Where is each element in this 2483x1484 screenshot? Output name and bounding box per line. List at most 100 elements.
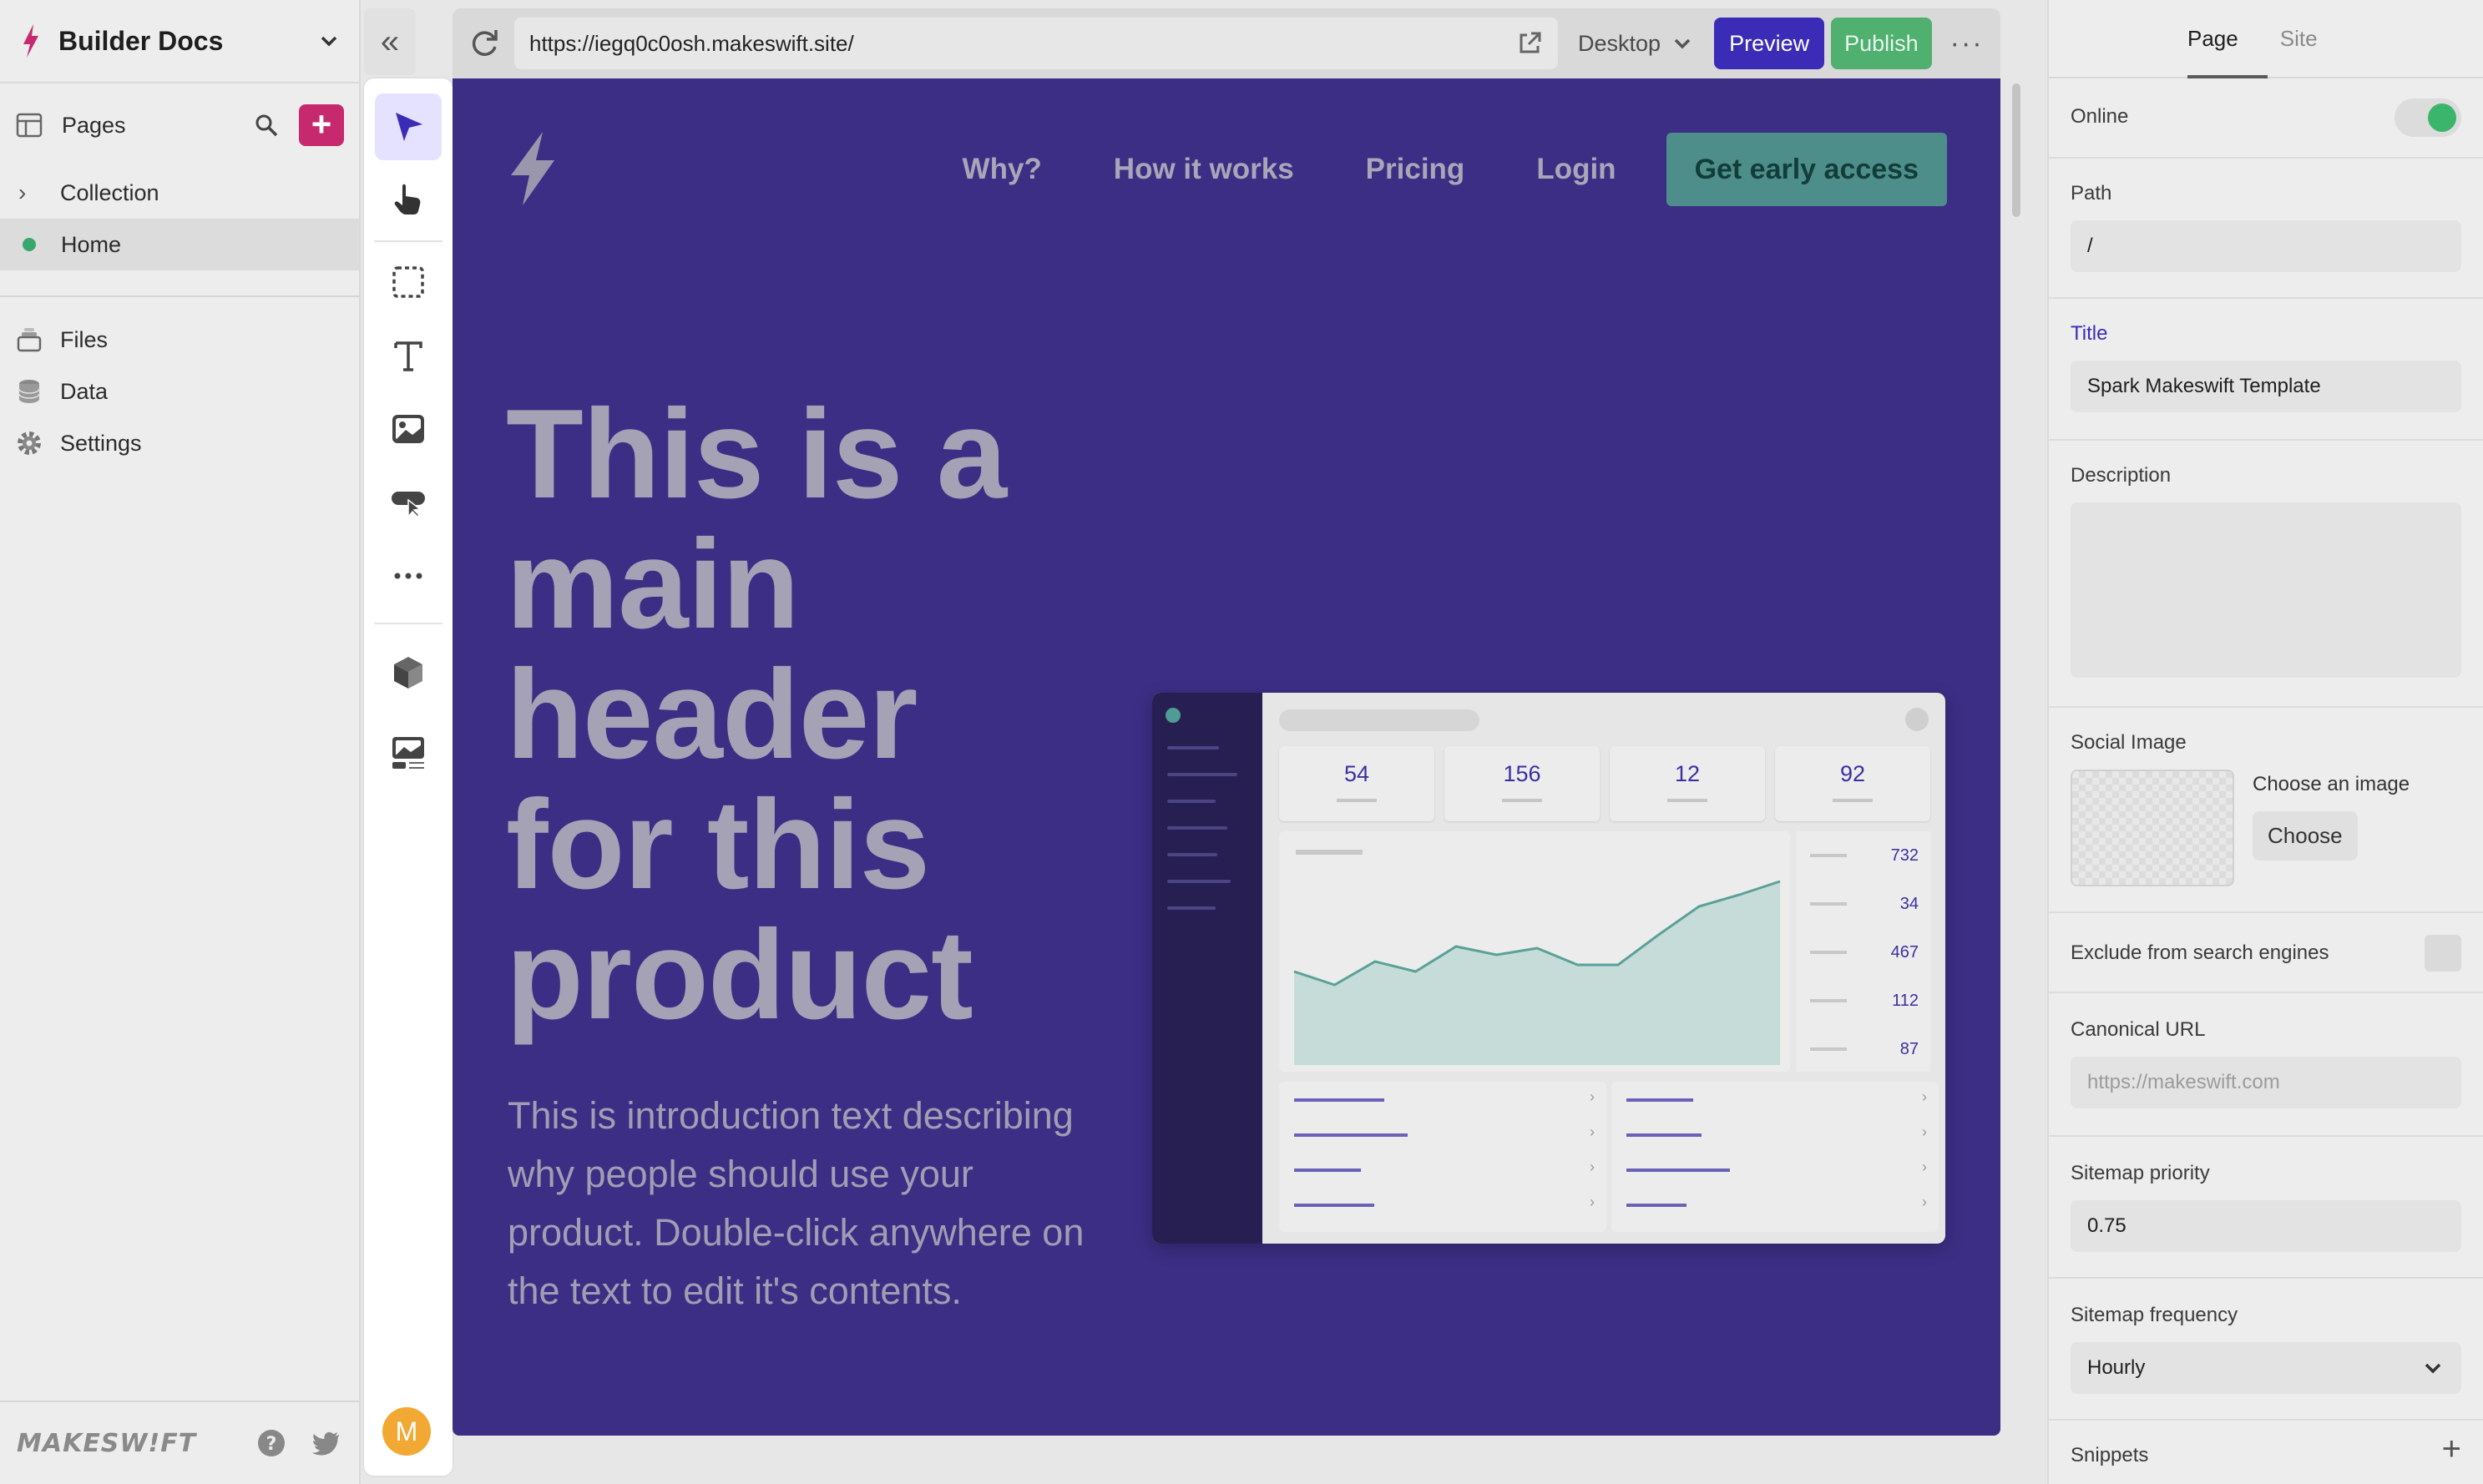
- image-tool[interactable]: [375, 396, 442, 462]
- social-image-thumbnail[interactable]: [2071, 770, 2234, 886]
- mockup-trend-line: [1293, 880, 1781, 1065]
- more-tools[interactable]: [375, 543, 442, 609]
- description-label: Description: [2071, 464, 2172, 487]
- gallery-tool[interactable]: [375, 719, 442, 786]
- sidebar-item-files[interactable]: Files: [0, 314, 359, 366]
- pages-label: Pages: [62, 112, 126, 138]
- hero-intro-text[interactable]: This is introduction text describing why…: [508, 1087, 1092, 1320]
- mockup-sidebar: [1152, 693, 1262, 1244]
- dashboard-mockup-image[interactable]: 54 156 12 92 732 34 467 112 87 › › › › ›…: [1152, 693, 1945, 1244]
- exclude-section: Exclude from search engines: [2049, 913, 2483, 993]
- scrollbar-thumb[interactable]: [2012, 83, 2020, 217]
- mockup-list-value: 112: [1892, 991, 1919, 1010]
- mockup-avatar: [1905, 708, 1929, 731]
- sidebar-item-settings[interactable]: Settings: [0, 417, 359, 469]
- device-select[interactable]: Desktop: [1578, 31, 1694, 57]
- preview-button[interactable]: Preview: [1714, 18, 1825, 69]
- text-tool[interactable]: [375, 322, 442, 389]
- description-section: Description: [2049, 441, 2483, 708]
- url-text: https://iegq0c0osh.makeswift.site/: [529, 30, 854, 56]
- nav-link-why[interactable]: Why?: [963, 153, 1042, 186]
- canvas-scrollbar[interactable]: [2012, 78, 2024, 1436]
- exclude-checkbox[interactable]: [2425, 935, 2461, 972]
- twitter-icon[interactable]: [311, 1427, 342, 1459]
- mockup-table: › › › ›: [1279, 1082, 1606, 1232]
- path-input[interactable]: /: [2071, 220, 2461, 272]
- open-external-icon[interactable]: [1516, 30, 1543, 57]
- help-icon[interactable]: ?: [255, 1427, 287, 1459]
- reload-icon[interactable]: [466, 25, 503, 62]
- choose-image-button[interactable]: Choose: [2253, 811, 2358, 861]
- publish-button[interactable]: Publish: [1831, 18, 1932, 69]
- collapse-sidebar-button[interactable]: «: [364, 8, 416, 75]
- canonical-url-input[interactable]: https://makeswift.com: [2071, 1057, 2461, 1108]
- sidebar-item-label: Files: [60, 326, 109, 352]
- sidebar-item-label: Settings: [60, 430, 142, 456]
- makeswift-bolt-icon: [23, 24, 38, 58]
- hand-tool[interactable]: [375, 165, 442, 232]
- button-tool[interactable]: [375, 469, 442, 536]
- mockup-stat: 156: [1444, 746, 1600, 821]
- mockup-list-value: 732: [1890, 845, 1919, 865]
- sitemap-frequency-label: Sitemap frequency: [2071, 1304, 2238, 1326]
- site-bolt-logo[interactable]: [506, 130, 559, 207]
- svg-text:?: ?: [266, 1434, 277, 1455]
- more-options-icon[interactable]: ···: [1950, 28, 1984, 60]
- sitemap-frequency-value: Hourly: [2087, 1356, 2146, 1379]
- canonical-label: Canonical URL: [2071, 1018, 2206, 1041]
- tree-item-label: Home: [61, 231, 122, 257]
- mockup-list-value: 87: [1899, 1039, 1919, 1058]
- button-tool-icon: [392, 492, 425, 519]
- right-inspector-panel: Page Site Online Path / Title Spark Make…: [2047, 0, 2483, 1484]
- choose-image-text: Choose an image: [2253, 773, 2410, 795]
- tab-site[interactable]: Site: [2280, 26, 2318, 52]
- online-label: Online: [2071, 105, 2129, 128]
- nav-link-login[interactable]: Login: [1536, 153, 1616, 186]
- sitemap-priority-input[interactable]: 0.75: [2071, 1200, 2461, 1252]
- canonical-section: Canonical URL https://makeswift.com: [2049, 993, 2483, 1137]
- get-early-access-button[interactable]: Get early access: [1666, 133, 1947, 206]
- sidebar-item-data[interactable]: Data: [0, 366, 359, 417]
- chevron-down-icon: [1674, 38, 1691, 49]
- sidebar-footer: MAKESW!FT ?: [0, 1401, 359, 1484]
- chevron-down-icon: [2425, 1363, 2441, 1374]
- component-cube-icon: [394, 657, 422, 689]
- hero-title[interactable]: This is a main header for this product: [506, 389, 1090, 1040]
- select-tool[interactable]: [375, 93, 442, 160]
- add-snippet-icon[interactable]: +: [2442, 1431, 2461, 1468]
- tree-item-home[interactable]: Home: [0, 219, 359, 270]
- gear-icon: [15, 429, 43, 457]
- box-select-icon: [392, 266, 424, 298]
- gallery-icon: [392, 737, 424, 769]
- search-icon[interactable]: [254, 113, 279, 138]
- online-toggle[interactable]: [2395, 98, 2461, 137]
- left-sidebar: Builder Docs Pages + › Collection Home F…: [0, 0, 361, 1484]
- online-status-dot: [23, 238, 36, 251]
- page-canvas[interactable]: Why? How it works Pricing Login Get earl…: [453, 78, 2000, 1436]
- divider: [374, 623, 442, 624]
- pages-icon: [15, 111, 43, 139]
- components-tool[interactable]: [375, 639, 442, 706]
- add-page-button[interactable]: +: [299, 104, 344, 146]
- description-textarea[interactable]: [2071, 502, 2461, 678]
- url-field[interactable]: https://iegq0c0osh.makeswift.site/: [514, 18, 1558, 69]
- avatar[interactable]: M: [382, 1407, 431, 1456]
- files-icon: [15, 326, 43, 354]
- nav-link-pricing[interactable]: Pricing: [1366, 153, 1465, 186]
- title-section: Title Spark Makeswift Template: [2049, 299, 2483, 441]
- nav-link-how-it-works[interactable]: How it works: [1114, 153, 1294, 186]
- mockup-stat: 54: [1279, 746, 1434, 821]
- mockup-list-value: 34: [1899, 894, 1919, 913]
- text-tool-icon: [394, 341, 422, 371]
- title-input[interactable]: Spark Makeswift Template: [2071, 361, 2461, 412]
- chevron-right-icon: ›: [18, 179, 27, 205]
- tab-page[interactable]: Page: [2187, 26, 2238, 52]
- sitemap-priority-section: Sitemap priority 0.75: [2049, 1137, 2483, 1279]
- tree-item-collection[interactable]: › Collection: [0, 167, 359, 219]
- sitemap-frequency-section: Sitemap frequency Hourly: [2049, 1279, 2483, 1421]
- site-switcher[interactable]: Builder Docs: [0, 0, 359, 83]
- box-tool[interactable]: [375, 249, 442, 315]
- image-tool-icon: [392, 415, 424, 443]
- sitemap-frequency-select[interactable]: Hourly: [2071, 1342, 2461, 1394]
- mockup-chart: [1279, 831, 1790, 1072]
